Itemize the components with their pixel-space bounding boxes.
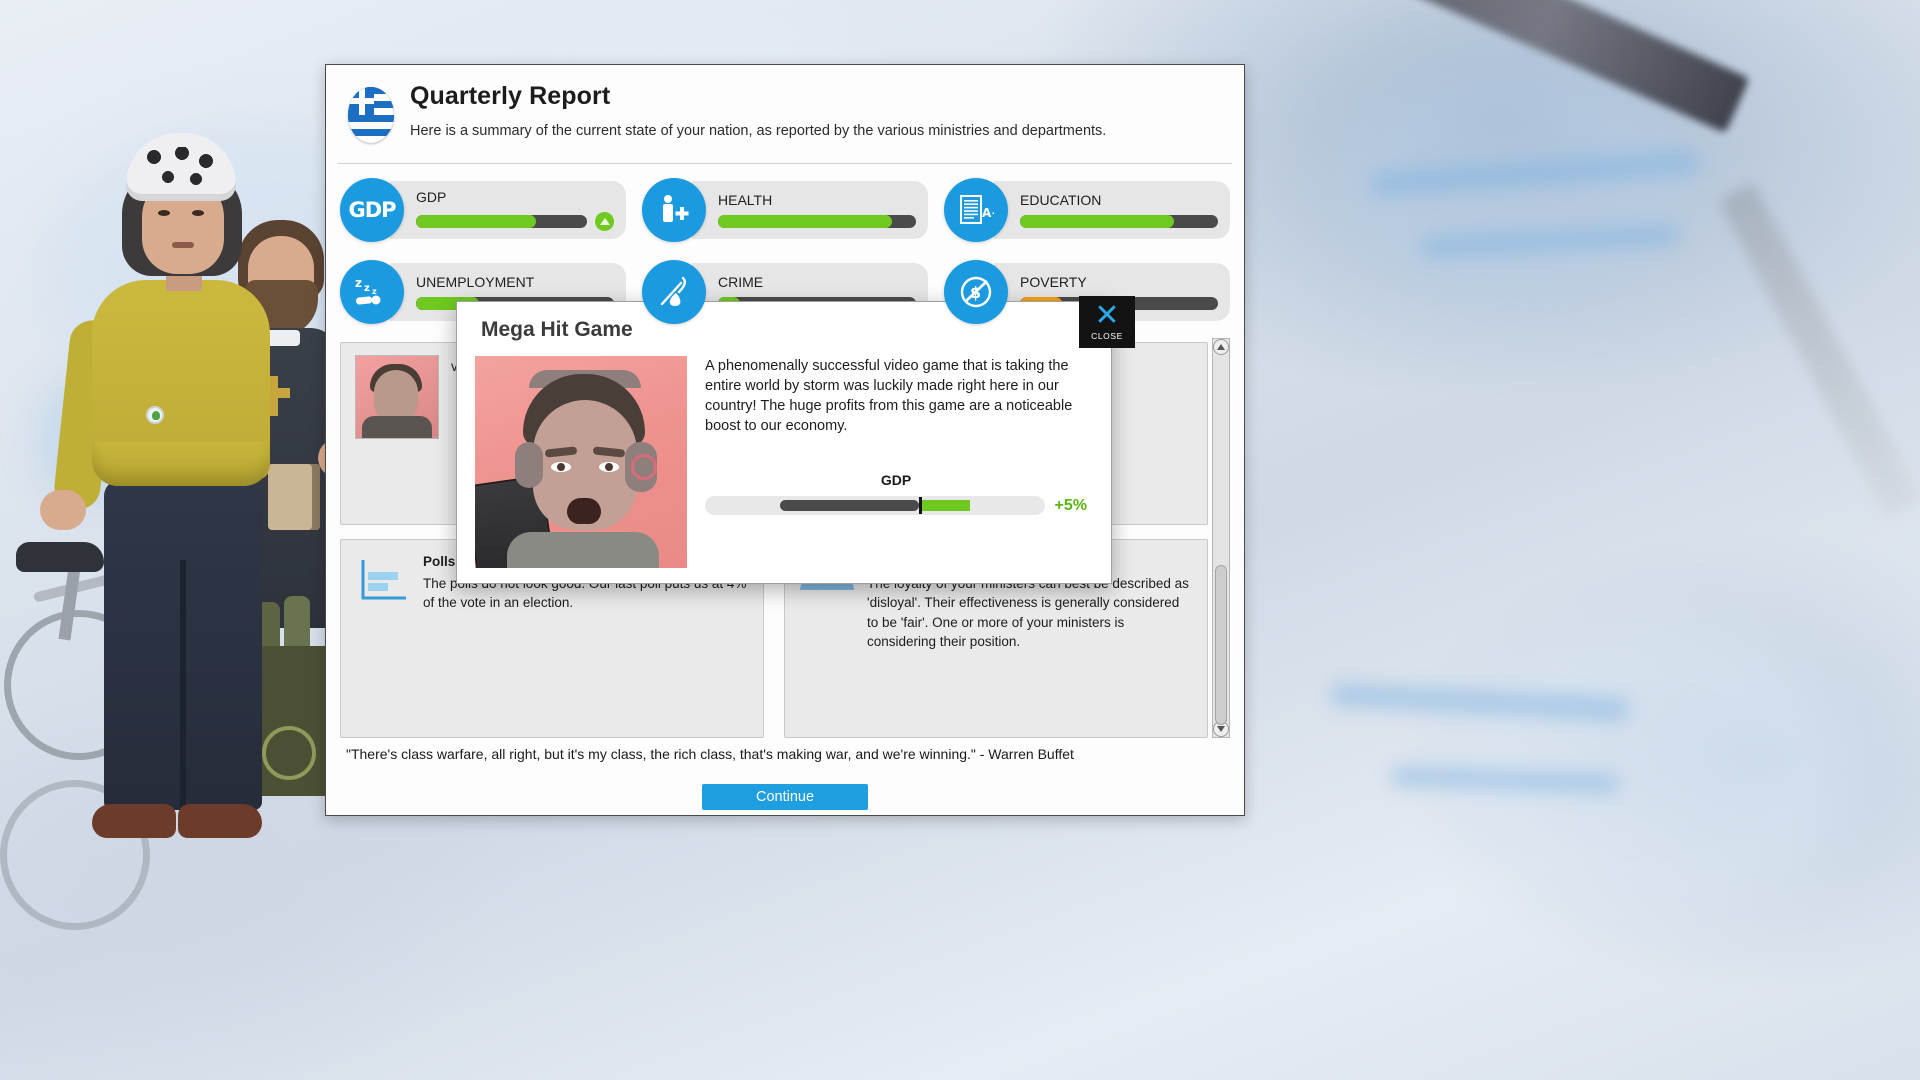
polls-chart-icon <box>355 552 411 604</box>
stat-bar-fill <box>1020 215 1174 228</box>
crime-icon <box>642 260 706 324</box>
scrollbar-thumb[interactable] <box>1215 565 1227 725</box>
stat-bar-fill <box>416 215 536 228</box>
stat-gdp[interactable]: GDP GDP <box>340 176 626 244</box>
stat-bar <box>416 215 587 228</box>
event-modal: Mega Hit Game A phenomenally successful … <box>456 301 1112 584</box>
effect-label: GDP <box>705 472 1087 488</box>
page-subtitle: Here is a summary of the current state o… <box>410 123 1106 139</box>
svg-text:z: z <box>364 283 370 294</box>
close-x-icon: ✕ <box>1094 303 1119 329</box>
report-text: The loyalty of your ministers can best b… <box>867 576 1189 650</box>
stat-label: EDUCATION <box>1020 192 1218 208</box>
svg-text:A+: A+ <box>982 206 994 220</box>
stat-label: POVERTY <box>1020 274 1218 290</box>
scrollbar-track[interactable] <box>1213 355 1229 721</box>
stat-label: HEALTH <box>718 192 916 208</box>
effect-bar-delta <box>919 500 970 511</box>
stat-education[interactable]: A+ EDUCATION <box>944 176 1230 244</box>
stat-label: UNEMPLOYMENT <box>416 274 614 290</box>
event-thumb-icon <box>355 355 439 439</box>
stat-label: GDP <box>416 189 614 205</box>
modal-description: A phenomenally successful video game tha… <box>705 356 1087 436</box>
health-icon <box>642 178 706 242</box>
stat-health[interactable]: HEALTH <box>642 176 928 244</box>
trend-up-icon <box>595 212 614 231</box>
poverty-icon: $ <box>944 260 1008 324</box>
gdp-icon: GDP <box>340 178 404 242</box>
stat-label: CRIME <box>718 274 916 290</box>
gamer-portrait-art <box>475 356 687 568</box>
window-header: Quarterly Report Here is a summary of th… <box>326 65 1244 157</box>
close-button-label: CLOSE <box>1091 331 1123 341</box>
effect-value: +5% <box>1055 497 1087 515</box>
effect-bar <box>705 496 1045 515</box>
stat-bar <box>1020 215 1218 228</box>
svg-text:z: z <box>355 276 362 290</box>
page-title: Quarterly Report <box>410 83 1106 111</box>
stat-bar <box>718 215 916 228</box>
close-button[interactable]: ✕ CLOSE <box>1079 296 1135 348</box>
reports-scrollbar[interactable] <box>1212 338 1230 738</box>
unemployment-icon: z z z <box>340 260 404 324</box>
modal-title: Mega Hit Game <box>457 302 1111 342</box>
stat-bar-fill <box>718 215 892 228</box>
svg-text:z: z <box>372 287 377 296</box>
greek-flag-icon <box>348 87 394 143</box>
chevron-up-icon[interactable] <box>1213 339 1229 355</box>
effect-bar-marker <box>919 497 922 514</box>
effect-bar-neutral <box>780 500 919 511</box>
continue-button[interactable]: Continue <box>702 784 868 810</box>
quote-text: "There's class warfare, all right, but i… <box>346 746 1230 762</box>
education-icon: A+ <box>944 178 1008 242</box>
